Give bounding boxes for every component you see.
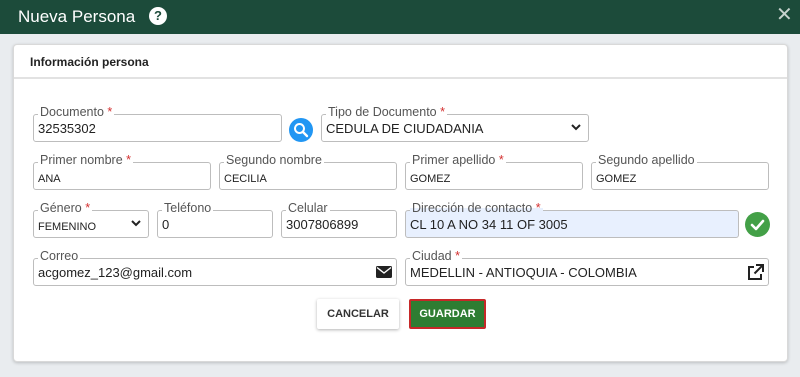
direccion-label: Dirección de contacto [412,201,533,215]
segundo-apellido-field[interactable]: Segundo apellido GOMEZ [591,153,769,190]
tipo-documento-value: CEDULA DE CIUDADANIA [326,121,484,136]
telefono-label: Teléfono [164,201,212,215]
ciudad-field[interactable]: Ciudad * MEDELLIN - ANTIOQUIA - COLOMBIA [405,249,769,286]
correo-field[interactable]: Correo acgomez_123@gmail.com [33,249,397,286]
save-button[interactable]: GUARDAR [409,299,486,329]
external-link-icon[interactable] [747,264,764,281]
panel-header: Información persona [14,45,787,79]
address-valid-button[interactable] [745,212,770,237]
primer-apellido-field[interactable]: Primer apellido * GOMEZ [405,153,583,190]
person-form-panel: Información persona [13,44,788,362]
primer-nombre-field[interactable]: Primer nombre * ANA [33,153,211,190]
ciudad-label: Ciudad [412,249,452,263]
genero-value: FEMENINO [38,221,97,233]
genero-label: Género [40,201,82,215]
celular-value: 3007806899 [286,217,359,232]
envelope-icon [376,266,392,278]
celular-label: Celular [288,201,328,215]
telefono-value: 0 [162,217,170,232]
segundo-apellido-value: GOMEZ [596,173,637,185]
chevron-down-icon [571,124,581,131]
correo-value: acgomez_123@gmail.com [38,265,193,280]
telefono-field[interactable]: Teléfono 0 [157,201,273,238]
correo-label: Correo [40,249,79,263]
panel-title: Información persona [30,55,149,69]
documento-label: Documento [40,105,104,119]
primer-nombre-label: Primer nombre [40,153,123,167]
direccion-field[interactable]: Dirección de contacto * CL 10 A NO 34 11… [405,201,739,238]
search-icon [294,123,309,138]
dialog-title: Nueva Persona [18,7,136,26]
help-icon[interactable]: ? [149,7,167,25]
direccion-value: CL 10 A NO 34 11 OF 3005 [410,217,568,232]
genero-select[interactable]: Género * FEMENINO [33,201,149,238]
primer-apellido-label: Primer apellido [412,153,496,167]
check-icon [750,219,765,231]
primer-apellido-value: GOMEZ [410,173,451,185]
segundo-apellido-label: Segundo apellido [598,153,695,167]
segundo-nombre-label: Segundo nombre [226,153,322,167]
primer-nombre-value: ANA [38,173,61,185]
segundo-nombre-value: CECILIA [224,173,267,185]
tipo-documento-label: Tipo de Documento [328,105,437,119]
documento-field[interactable]: Documento * 32535302 [33,105,282,142]
ciudad-value: MEDELLIN - ANTIOQUIA - COLOMBIA [410,265,637,280]
documento-value: 32535302 [38,121,96,136]
celular-field[interactable]: Celular 3007806899 [281,201,397,238]
close-icon[interactable]: ✕ [776,4,793,26]
chevron-down-icon [131,220,141,227]
cancel-button[interactable]: CANCELAR [317,299,399,329]
tipo-documento-select[interactable]: Tipo de Documento * CEDULA DE CIUDADANIA [321,105,589,142]
search-button[interactable] [289,118,313,142]
dialog-titlebar: Nueva Persona ? ✕ [0,0,800,34]
segundo-nombre-field[interactable]: Segundo nombre CECILIA [219,153,397,190]
